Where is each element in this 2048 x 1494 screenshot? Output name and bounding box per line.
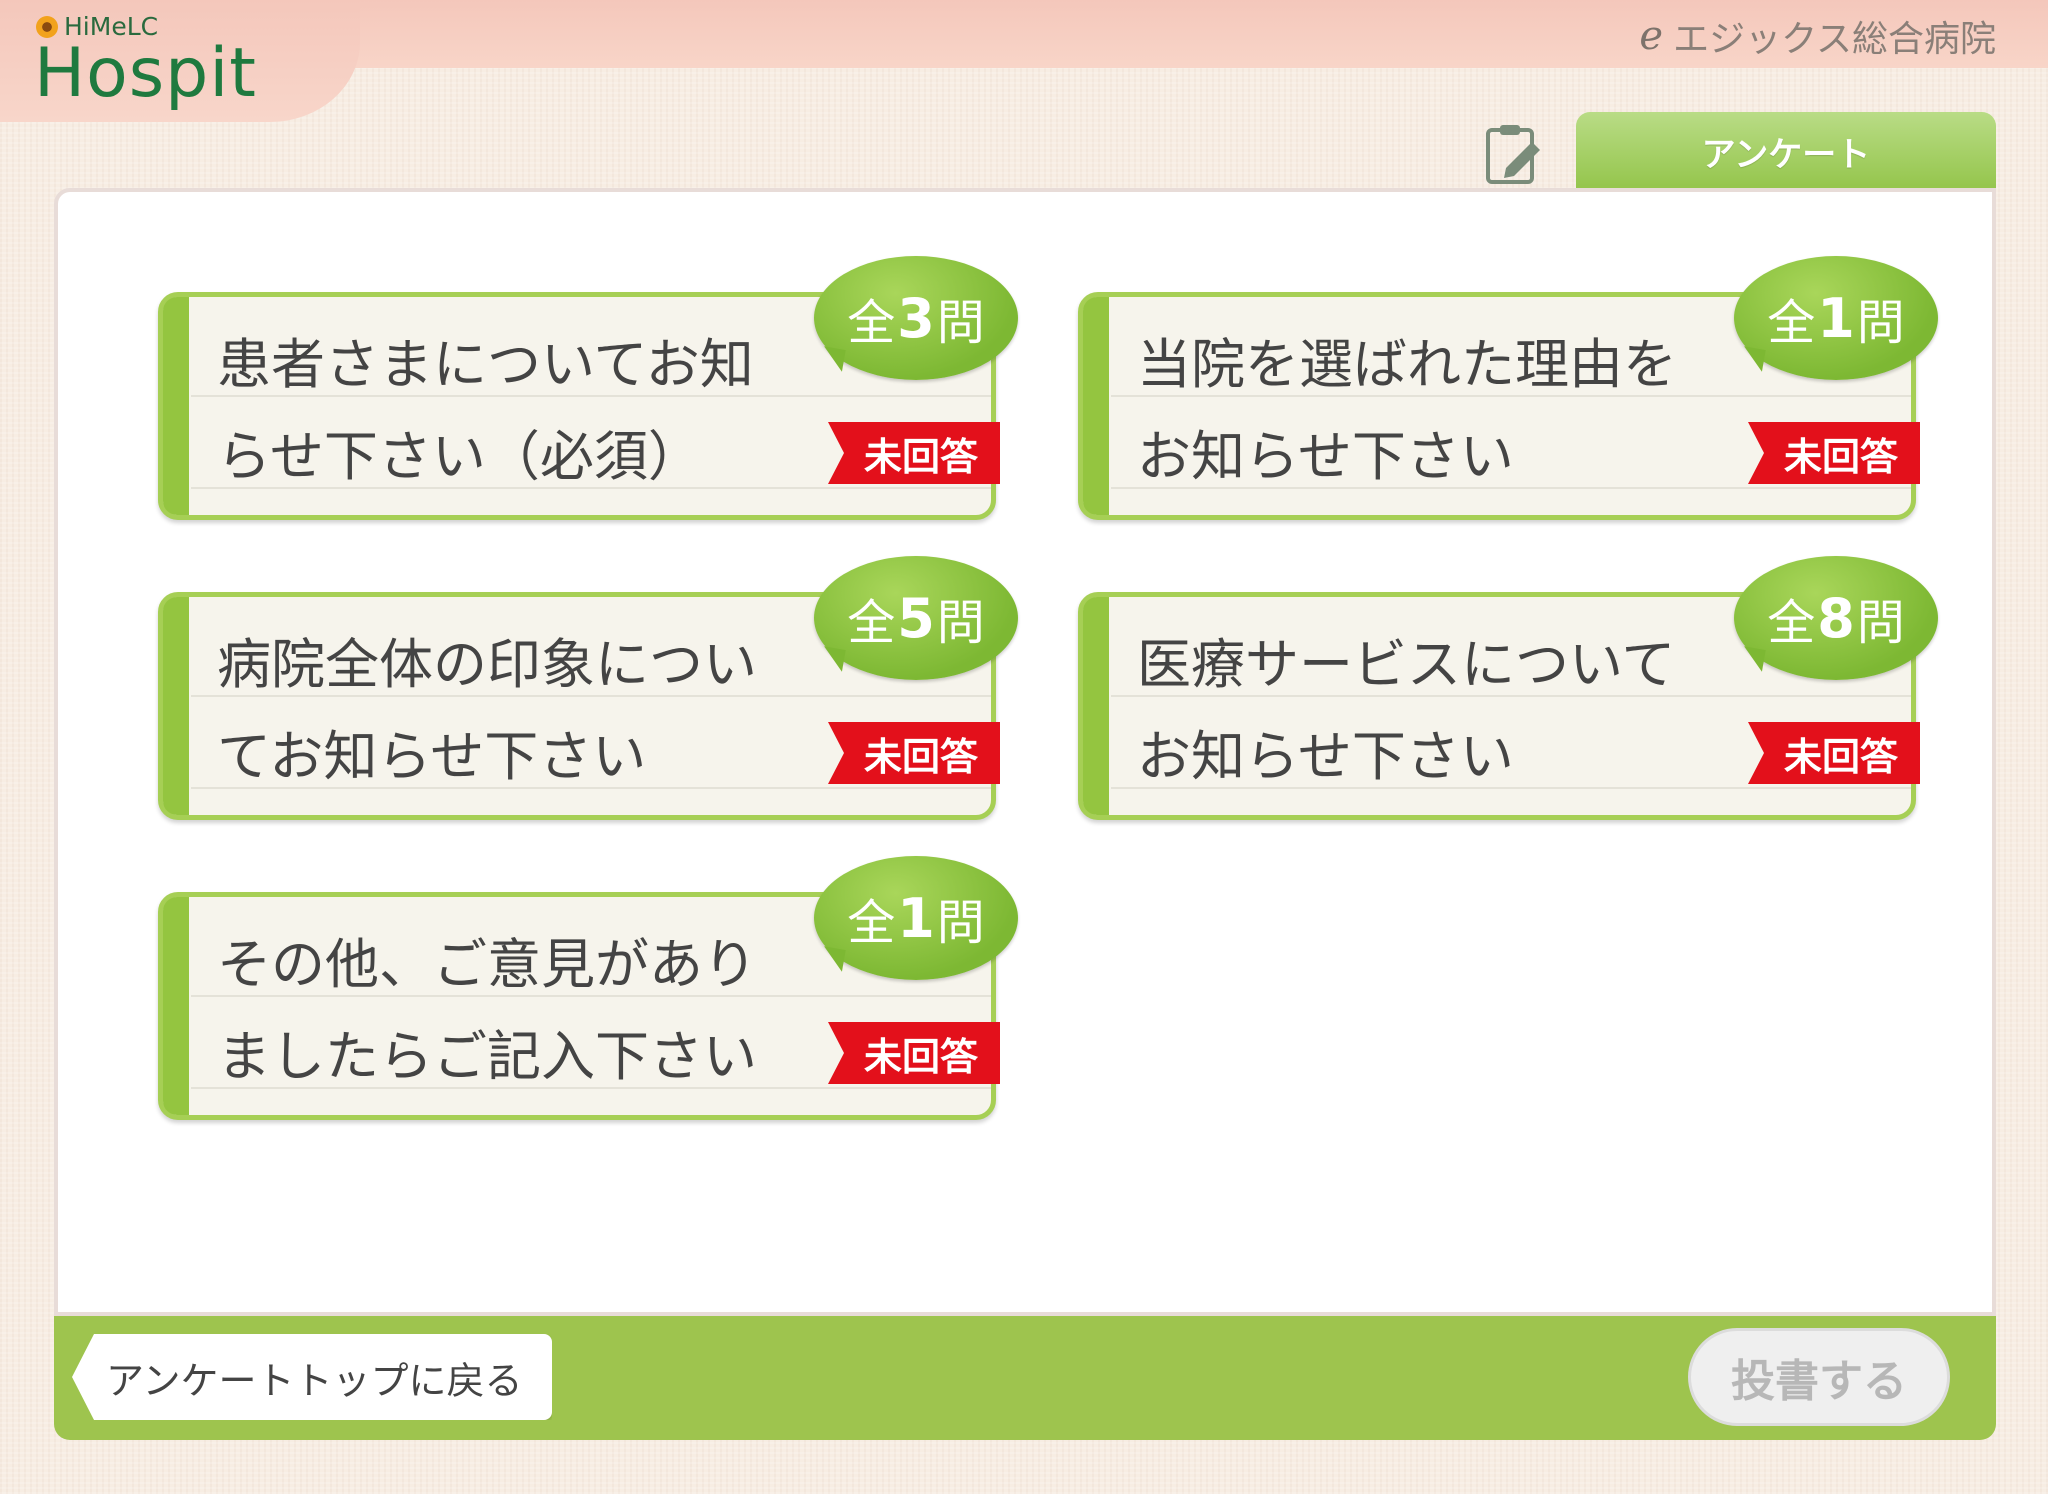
status-badge: 未回答 bbox=[828, 722, 1000, 784]
brand-name: Hospit bbox=[34, 34, 257, 113]
back-to-survey-top-button[interactable]: アンケートトップに戻る bbox=[72, 1334, 552, 1420]
status-badge: 未回答 bbox=[1748, 722, 1920, 784]
question-count-bubble: 全1問 bbox=[1734, 256, 1938, 380]
hospital-name-text: エジックス総合病院 bbox=[1673, 19, 1996, 60]
hospital-name: e エジックス総合病院 bbox=[1639, 10, 1996, 62]
hospital-logo-icon: e bbox=[1639, 13, 1664, 59]
status-badge: 未回答 bbox=[828, 1022, 1000, 1084]
question-count-bubble: 全1問 bbox=[814, 856, 1018, 980]
survey-title: 医療サービスについて お知らせ下さい bbox=[1137, 633, 1676, 788]
survey-title: 病院全体の印象につい てお知らせ下さい bbox=[217, 633, 757, 788]
survey-title: 患者さまについてお知 らせ下さい（必須） bbox=[217, 333, 754, 488]
survey-title: その他、ご意見があり ましたらご記入下さい bbox=[217, 933, 757, 1088]
question-count-bubble: 全3問 bbox=[814, 256, 1018, 380]
tab-survey[interactable]: アンケート bbox=[1576, 112, 1996, 190]
logo-area: HiMeLC Hospit bbox=[0, 0, 360, 122]
question-count-bubble: 全8問 bbox=[1734, 556, 1938, 680]
survey-panel: 患者さまについてお知 らせ下さい（必須） 全3問 未回答 当院を選ばれた理由を … bbox=[54, 188, 1996, 1316]
status-badge: 未回答 bbox=[828, 422, 1000, 484]
question-count-bubble: 全5問 bbox=[814, 556, 1018, 680]
status-badge: 未回答 bbox=[1748, 422, 1920, 484]
survey-title: 当院を選ばれた理由を お知らせ下さい bbox=[1137, 333, 1677, 488]
clipboard-pencil-icon[interactable] bbox=[1482, 122, 1548, 188]
submit-button[interactable]: 投書する bbox=[1688, 1328, 1950, 1426]
